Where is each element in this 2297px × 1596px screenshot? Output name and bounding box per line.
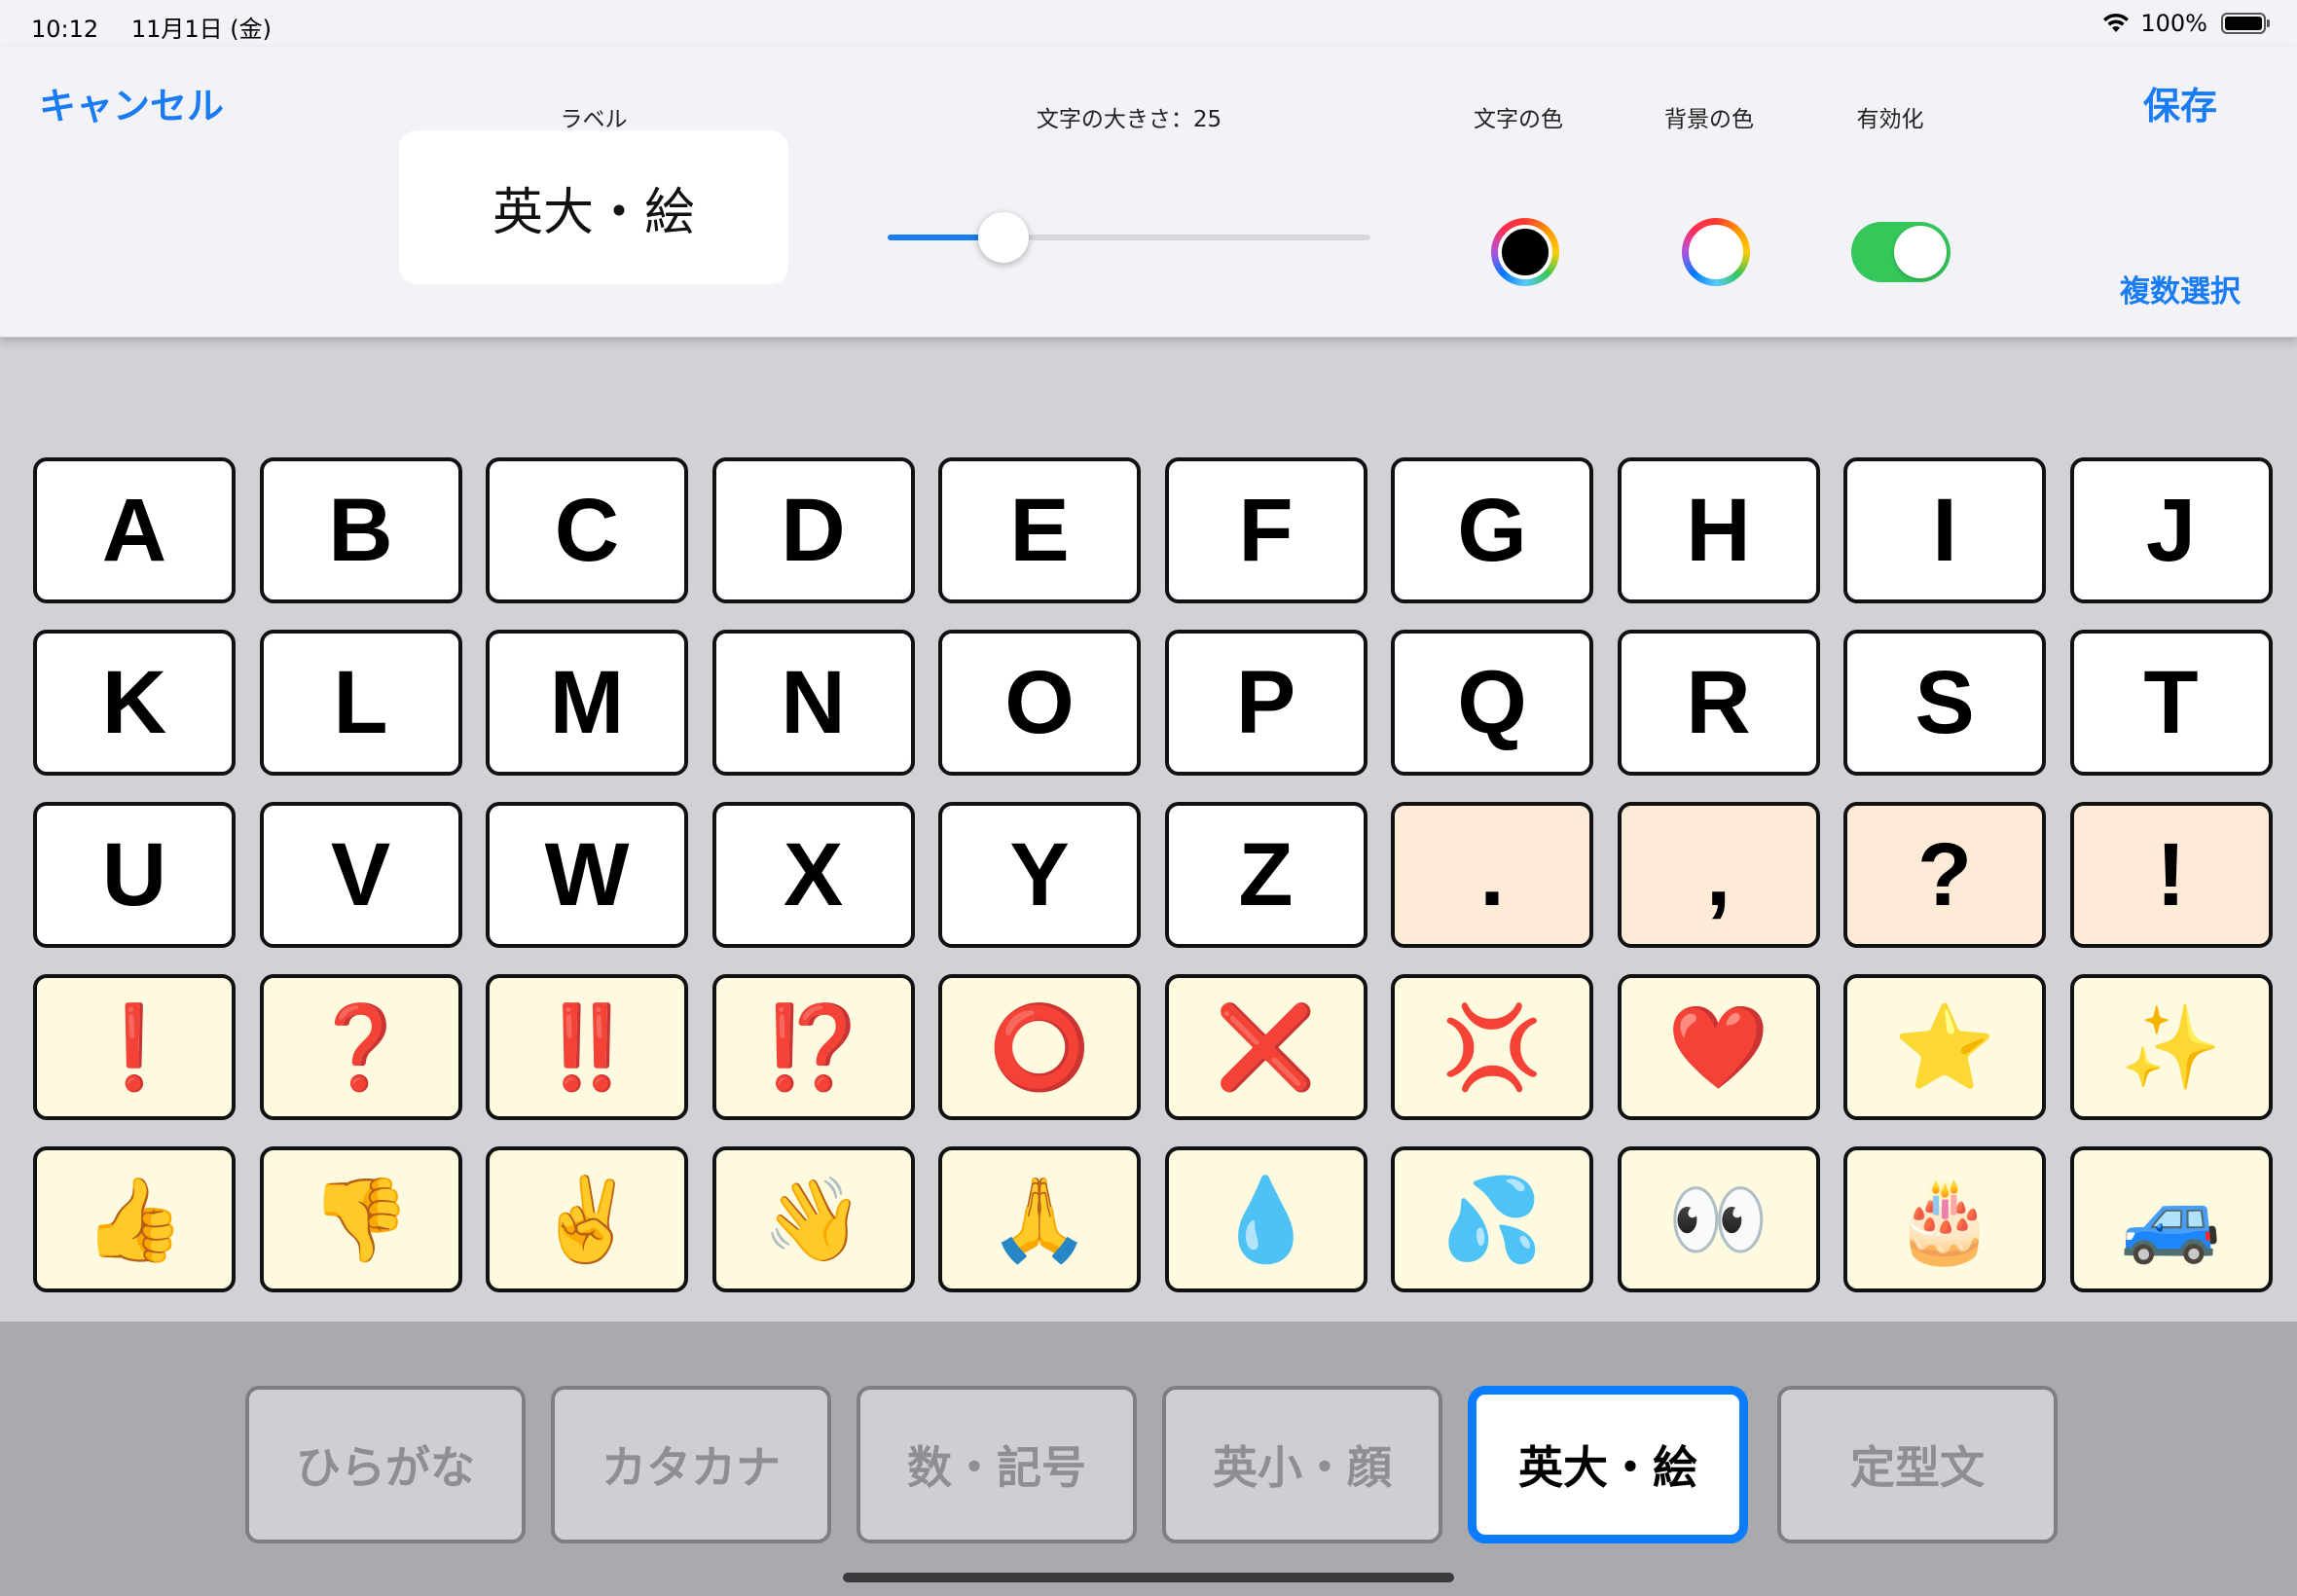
keyboard-tab-bar: ひらがな カタカナ 数・記号 英小・顔 英大・絵 定型文 [0, 1322, 2297, 1596]
key-button[interactable]: N [711, 630, 915, 776]
status-bar: 10:12 11月1日 (金) 100% [0, 0, 2297, 47]
key-button[interactable]: ‼️ [486, 974, 688, 1120]
tab-button[interactable]: 英小・顔 [1162, 1386, 1442, 1543]
key-button[interactable]: ✨ [2069, 974, 2273, 1120]
label-input[interactable]: 英大・絵 [399, 130, 788, 284]
key-button[interactable]: E [938, 457, 1141, 603]
bg-color-picker[interactable] [1682, 218, 1750, 286]
key-button[interactable]: D [711, 457, 915, 603]
tab-button[interactable]: 定型文 [1777, 1386, 2058, 1543]
key-button[interactable]: U [33, 802, 236, 948]
key-button[interactable]: R [1617, 630, 1820, 776]
key-button[interactable]: ❌ [1164, 974, 1367, 1120]
key-button[interactable]: G [1391, 457, 1593, 603]
key-button[interactable]: , [1617, 802, 1820, 948]
key-button[interactable]: L [259, 630, 462, 776]
key-button[interactable]: J [2069, 457, 2273, 603]
key-button[interactable]: 🙏 [938, 1146, 1141, 1292]
key-button[interactable]: 👍 [33, 1146, 236, 1292]
status-time: 10:12 [31, 16, 99, 43]
key-button[interactable]: . [1391, 802, 1593, 948]
key-button[interactable]: I [1843, 457, 2046, 603]
label-caption: ラベル [560, 107, 628, 132]
key-button[interactable]: 🎂 [1843, 1146, 2046, 1292]
key-button[interactable]: T [2069, 630, 2273, 776]
key-button[interactable]: ❤️ [1617, 974, 1820, 1120]
key-button[interactable]: 👎 [259, 1146, 462, 1292]
enable-toggle[interactable] [1851, 222, 1951, 282]
key-button[interactable]: ! [2069, 802, 2273, 948]
key-button[interactable]: Z [1164, 802, 1367, 948]
text-color-swatch [1498, 225, 1552, 279]
bg-color-caption: 背景の色 [1664, 107, 1754, 132]
multi-select-button[interactable]: 複数選択 [2120, 267, 2241, 310]
key-button[interactable]: B [259, 457, 462, 603]
status-right: 100% [2101, 10, 2270, 37]
key-button[interactable]: M [486, 630, 688, 776]
tab-button[interactable]: 英大・絵 [1468, 1386, 1748, 1543]
key-button[interactable]: 💢 [1391, 974, 1593, 1120]
key-button[interactable]: 💦 [1391, 1146, 1593, 1292]
status-date: 11月1日 (金) [130, 16, 272, 43]
key-button[interactable]: Y [938, 802, 1141, 948]
tab-button[interactable]: ひらがな [245, 1386, 526, 1543]
key-button[interactable]: P [1164, 630, 1367, 776]
text-color-picker[interactable] [1491, 218, 1559, 286]
font-size-caption: 文字の大きさ：25 [1036, 107, 1222, 132]
slider-thumb[interactable] [978, 212, 1030, 263]
enable-caption: 有効化 [1856, 107, 1924, 132]
key-grid: A B C D E F G H I J K L M N O P Q R S T U V W X Y Z.,?! ❗ ❓ ‼️ ⁉️ ⭕ ❌ 💢 ❤… [33, 457, 2273, 1292]
font-size-slider[interactable] [888, 206, 1370, 269]
key-button[interactable]: X [711, 802, 915, 948]
text-color-caption: 文字の色 [1474, 107, 1563, 132]
key-button[interactable]: ⭕ [938, 974, 1141, 1120]
key-button[interactable]: 💧 [1164, 1146, 1367, 1292]
key-button[interactable]: O [938, 630, 1141, 776]
key-button[interactable]: W [486, 802, 688, 948]
key-button[interactable]: H [1617, 457, 1820, 603]
key-button[interactable]: ❓ [259, 974, 462, 1120]
key-button[interactable]: A [33, 457, 236, 603]
key-button[interactable]: ? [1843, 802, 2046, 948]
status-left: 10:12 11月1日 (金) [31, 10, 297, 44]
key-button[interactable]: ⭐ [1843, 974, 2046, 1120]
edit-panel: キャンセル 保存 複数選択 ラベル 英大・絵 文字の大きさ：25 文字の色 背景… [0, 47, 2297, 338]
key-button[interactable]: 🚙 [2069, 1146, 2273, 1292]
key-button[interactable]: K [33, 630, 236, 776]
key-button[interactable]: 👋 [711, 1146, 915, 1292]
key-button[interactable]: V [259, 802, 462, 948]
key-button[interactable]: C [486, 457, 688, 603]
toggle-knob [1894, 226, 1947, 278]
battery-icon [2221, 13, 2270, 34]
key-button[interactable]: ⁉️ [711, 974, 915, 1120]
home-indicator [843, 1573, 1454, 1582]
key-button[interactable]: Q [1391, 630, 1593, 776]
key-button[interactable]: ✌️ [486, 1146, 688, 1292]
key-button[interactable]: 👀 [1617, 1146, 1820, 1292]
save-button[interactable]: 保存 [2143, 76, 2217, 129]
tab-button[interactable]: カタカナ [551, 1386, 831, 1543]
tab-button[interactable]: 数・記号 [857, 1386, 1137, 1543]
key-button[interactable]: S [1843, 630, 2046, 776]
bg-color-swatch [1689, 225, 1743, 279]
key-button[interactable]: F [1164, 457, 1367, 603]
battery-percent: 100% [2140, 10, 2207, 37]
cancel-button[interactable]: キャンセル [39, 76, 224, 129]
wifi-icon [2103, 13, 2130, 32]
key-button[interactable]: ❗ [33, 974, 236, 1120]
